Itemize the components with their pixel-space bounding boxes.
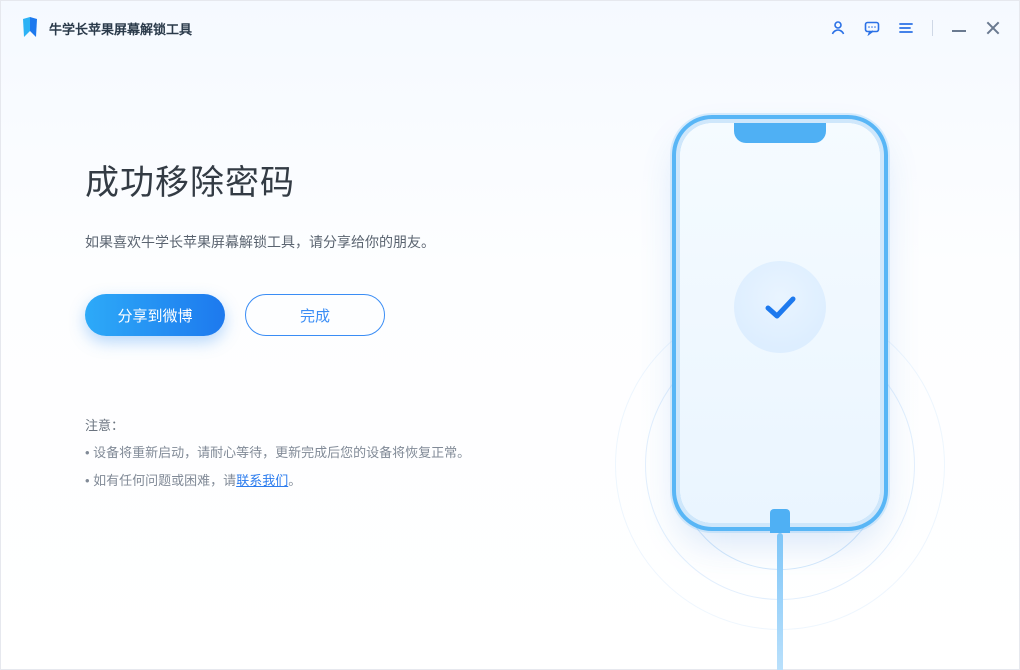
contact-us-link[interactable]: 联系我们 [236,473,288,488]
titlebar-separator [932,20,933,36]
notes-title: 注意： [85,412,541,439]
phone-illustration [680,123,880,523]
content: 成功移除密码 如果喜欢牛学长苹果屏幕解锁工具，请分享给你的朋友。 分享到微博 完… [1,55,1019,669]
success-check-icon [734,261,826,353]
note-text: 如有任何问题或困难，请 [93,473,236,488]
app-window: 牛学长苹果屏幕解锁工具 [0,0,1020,670]
app-logo-icon [21,17,39,39]
titlebar-right [830,20,1001,36]
share-button[interactable]: 分享到微博 [85,294,225,336]
notes-section: 注意： • 设备将重新启动，请耐心等待，更新完成后您的设备将恢复正常。 • 如有… [85,412,541,494]
cable-plug [770,509,790,533]
app-title: 牛学长苹果屏幕解锁工具 [49,19,192,38]
phone-notch [734,123,826,143]
note-item: • 如有任何问题或困难，请联系我们。 [85,467,541,494]
done-button[interactable]: 完成 [245,294,385,336]
user-icon[interactable] [830,20,846,36]
cable [777,533,783,670]
note-text: 。 [288,473,301,488]
note-item: • 设备将重新启动，请耐心等待，更新完成后您的设备将恢复正常。 [85,439,541,466]
page-title: 成功移除密码 [85,155,541,204]
titlebar-left: 牛学长苹果屏幕解锁工具 [21,17,192,39]
feedback-icon[interactable] [864,20,880,36]
titlebar: 牛学长苹果屏幕解锁工具 [1,1,1019,55]
minimize-button[interactable] [951,20,967,36]
illustration-pane [541,55,1019,669]
page-subtitle: 如果喜欢牛学长苹果屏幕解锁工具，请分享给你的朋友。 [85,232,541,252]
button-row: 分享到微博 完成 [85,294,541,336]
close-button[interactable] [985,20,1001,36]
menu-icon[interactable] [898,20,914,36]
note-text: 设备将重新启动，请耐心等待，更新完成后您的设备将恢复正常。 [93,445,470,460]
left-pane: 成功移除密码 如果喜欢牛学长苹果屏幕解锁工具，请分享给你的朋友。 分享到微博 完… [1,55,541,669]
